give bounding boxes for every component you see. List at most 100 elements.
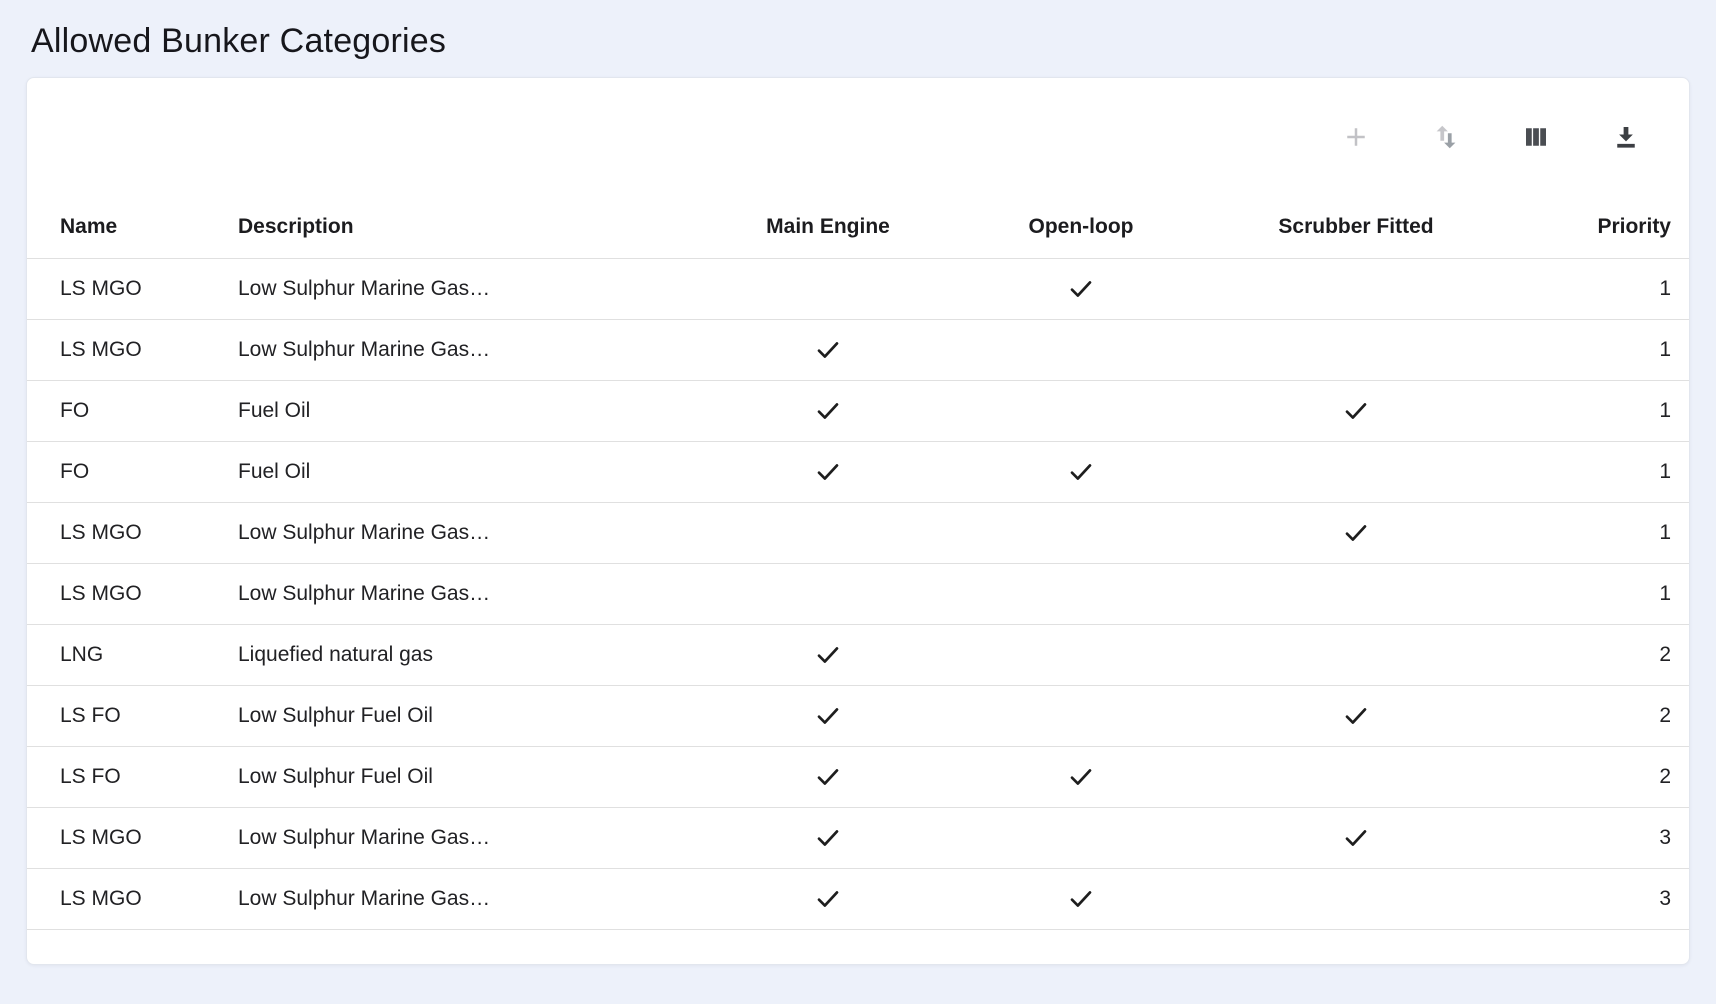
scrubber-fitted-cell[interactable] <box>1193 807 1519 868</box>
priority-cell[interactable]: 3 <box>1519 868 1690 929</box>
column-header-priority[interactable]: Priority <box>1519 196 1690 258</box>
open-loop-cell[interactable] <box>969 502 1193 563</box>
name-cell[interactable]: LS MGO <box>27 319 237 380</box>
check-icon <box>1067 458 1095 486</box>
scrubber-fitted-cell[interactable] <box>1193 746 1519 807</box>
priority-cell[interactable]: 2 <box>1519 624 1690 685</box>
scrubber-fitted-cell[interactable] <box>1193 380 1519 441</box>
main-engine-cell[interactable] <box>687 746 969 807</box>
table-row[interactable]: LS MGOLow Sulphur Marine Gas… 1 <box>27 319 1690 380</box>
table-row[interactable]: LS FOLow Sulphur Fuel Oil 2 <box>27 685 1690 746</box>
main-engine-cell[interactable] <box>687 563 969 624</box>
check-icon <box>814 397 842 425</box>
scrubber-fitted-cell[interactable] <box>1193 441 1519 502</box>
main-engine-cell[interactable] <box>687 319 969 380</box>
column-header-name[interactable]: Name <box>27 196 237 258</box>
description-cell[interactable]: Low Sulphur Fuel Oil <box>237 685 687 746</box>
main-engine-cell[interactable] <box>687 380 969 441</box>
description-cell[interactable]: Low Sulphur Marine Gas… <box>237 502 687 563</box>
description-cell[interactable]: Fuel Oil <box>237 441 687 502</box>
scrubber-fitted-cell[interactable] <box>1193 685 1519 746</box>
sort-button[interactable] <box>1425 116 1467 158</box>
description-cell[interactable]: Fuel Oil <box>237 380 687 441</box>
main-engine-cell[interactable] <box>687 502 969 563</box>
name-cell[interactable]: LS FO <box>27 685 237 746</box>
open-loop-cell[interactable] <box>969 685 1193 746</box>
columns-button[interactable] <box>1515 116 1557 158</box>
priority-cell[interactable]: 1 <box>1519 380 1690 441</box>
open-loop-cell[interactable] <box>969 563 1193 624</box>
table-row[interactable]: LNGLiquefied natural gas 2 <box>27 624 1690 685</box>
table-header-row: Name Description Main Engine Open-loop S… <box>27 196 1690 258</box>
open-loop-cell[interactable] <box>969 380 1193 441</box>
sort-arrows-icon <box>1431 122 1461 152</box>
name-cell[interactable]: FO <box>27 441 237 502</box>
description-cell[interactable]: Low Sulphur Marine Gas… <box>237 563 687 624</box>
check-icon <box>1067 275 1095 303</box>
bunker-categories-card: Name Description Main Engine Open-loop S… <box>26 77 1690 965</box>
add-button[interactable] <box>1335 116 1377 158</box>
check-icon <box>1342 702 1370 730</box>
description-cell[interactable]: Low Sulphur Fuel Oil <box>237 746 687 807</box>
open-loop-cell[interactable] <box>969 868 1193 929</box>
open-loop-cell[interactable] <box>969 624 1193 685</box>
check-icon <box>1067 763 1095 791</box>
open-loop-cell[interactable] <box>969 746 1193 807</box>
open-loop-cell[interactable] <box>969 319 1193 380</box>
description-cell[interactable]: Low Sulphur Marine Gas… <box>237 807 687 868</box>
main-engine-cell[interactable] <box>687 868 969 929</box>
name-cell[interactable]: LS FO <box>27 746 237 807</box>
table-row[interactable]: FOFuel Oil 1 <box>27 441 1690 502</box>
description-cell[interactable]: Low Sulphur Marine Gas… <box>237 258 687 319</box>
priority-cell[interactable]: 3 <box>1519 807 1690 868</box>
main-engine-cell[interactable] <box>687 685 969 746</box>
name-cell[interactable]: LS MGO <box>27 258 237 319</box>
name-cell[interactable]: FO <box>27 380 237 441</box>
table-row[interactable]: LS MGOLow Sulphur Marine Gas… 1 <box>27 563 1690 624</box>
name-cell[interactable]: LS MGO <box>27 563 237 624</box>
column-header-description[interactable]: Description <box>237 196 687 258</box>
priority-cell[interactable]: 1 <box>1519 563 1690 624</box>
name-cell[interactable]: LS MGO <box>27 502 237 563</box>
column-header-open-loop[interactable]: Open-loop <box>969 196 1193 258</box>
open-loop-cell[interactable] <box>969 258 1193 319</box>
plus-icon <box>1341 122 1371 152</box>
scrubber-fitted-cell[interactable] <box>1193 319 1519 380</box>
scrubber-fitted-cell[interactable] <box>1193 868 1519 929</box>
name-cell[interactable]: LS MGO <box>27 868 237 929</box>
check-icon <box>814 458 842 486</box>
check-icon <box>814 824 842 852</box>
priority-cell[interactable]: 2 <box>1519 746 1690 807</box>
name-cell[interactable]: LS MGO <box>27 807 237 868</box>
scrubber-fitted-cell[interactable] <box>1193 624 1519 685</box>
table-row[interactable]: LS MGOLow Sulphur Marine Gas… 1 <box>27 502 1690 563</box>
main-engine-cell[interactable] <box>687 807 969 868</box>
priority-cell[interactable]: 1 <box>1519 441 1690 502</box>
priority-cell[interactable]: 1 <box>1519 319 1690 380</box>
table-row[interactable]: LS MGOLow Sulphur Marine Gas… 3 <box>27 868 1690 929</box>
table-row[interactable]: FOFuel Oil 1 <box>27 380 1690 441</box>
description-cell[interactable]: Low Sulphur Marine Gas… <box>237 868 687 929</box>
table-row[interactable]: LS MGOLow Sulphur Marine Gas… 3 <box>27 807 1690 868</box>
check-icon <box>1342 519 1370 547</box>
main-engine-cell[interactable] <box>687 624 969 685</box>
check-icon <box>1342 824 1370 852</box>
description-cell[interactable]: Low Sulphur Marine Gas… <box>237 319 687 380</box>
open-loop-cell[interactable] <box>969 807 1193 868</box>
column-header-main-engine[interactable]: Main Engine <box>687 196 969 258</box>
description-cell[interactable]: Liquefied natural gas <box>237 624 687 685</box>
name-cell[interactable]: LNG <box>27 624 237 685</box>
priority-cell[interactable]: 1 <box>1519 502 1690 563</box>
table-row[interactable]: LS MGOLow Sulphur Marine Gas… 1 <box>27 258 1690 319</box>
priority-cell[interactable]: 2 <box>1519 685 1690 746</box>
main-engine-cell[interactable] <box>687 441 969 502</box>
scrubber-fitted-cell[interactable] <box>1193 563 1519 624</box>
column-header-scrubber-fitted[interactable]: Scrubber Fitted <box>1193 196 1519 258</box>
scrubber-fitted-cell[interactable] <box>1193 502 1519 563</box>
open-loop-cell[interactable] <box>969 441 1193 502</box>
table-row[interactable]: LS FOLow Sulphur Fuel Oil 2 <box>27 746 1690 807</box>
scrubber-fitted-cell[interactable] <box>1193 258 1519 319</box>
main-engine-cell[interactable] <box>687 258 969 319</box>
export-button[interactable] <box>1605 116 1647 158</box>
priority-cell[interactable]: 1 <box>1519 258 1690 319</box>
